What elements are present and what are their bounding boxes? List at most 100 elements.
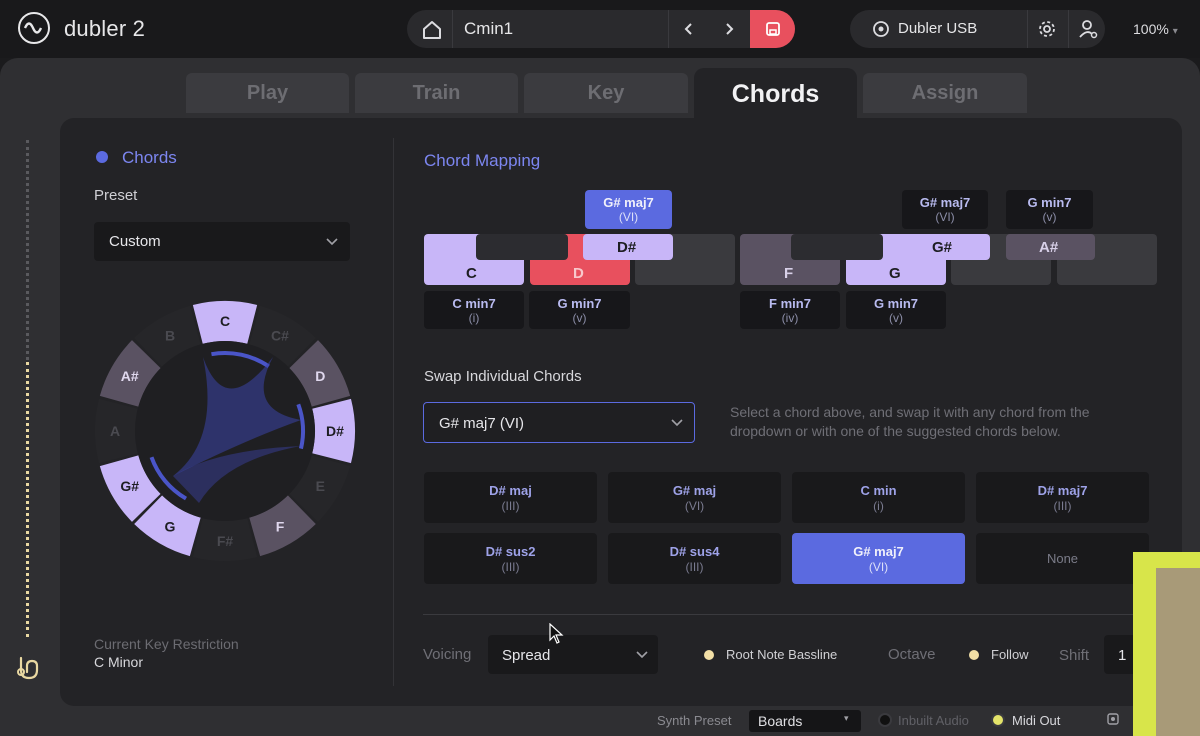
- follow-toggle[interactable]: [969, 650, 979, 660]
- shift-label: Shift: [1059, 647, 1090, 664]
- chord-name: G min7: [1027, 195, 1072, 210]
- synth-preset-select[interactable]: Boards ▾: [749, 710, 861, 732]
- level-meter-track: [26, 140, 33, 360]
- wheel-note-label: F: [276, 518, 285, 534]
- wheel-note-label: A: [110, 423, 120, 439]
- shift-value: 1: [1118, 647, 1127, 664]
- key-f-sharp[interactable]: [791, 234, 883, 260]
- divider: [452, 10, 453, 48]
- key-label: D#: [617, 239, 637, 256]
- status-settings-icon[interactable]: [1106, 712, 1120, 731]
- key-label: C: [466, 265, 477, 282]
- chord-card-a-sharp[interactable]: G min7 (v): [1006, 190, 1093, 229]
- wheel-note-label: C#: [271, 328, 289, 344]
- suggested-chord[interactable]: D# sus2 (III): [424, 533, 597, 584]
- zoom-select[interactable]: 100% ▾: [1133, 21, 1178, 37]
- key-restriction-value: C Minor: [94, 654, 144, 670]
- user-settings-icon: [1079, 20, 1098, 39]
- wheel-note-label: A#: [121, 368, 139, 384]
- chord-name: G# maj7: [603, 195, 654, 210]
- option-roman: (III): [501, 499, 520, 513]
- wheel-note-label: D#: [326, 423, 344, 439]
- suggested-chord-none[interactable]: None: [976, 533, 1149, 584]
- chevron-down-icon: [636, 651, 648, 659]
- dubler-mic-icon: [14, 652, 44, 687]
- user-button[interactable]: [1078, 18, 1098, 45]
- tab-label: Assign: [911, 81, 979, 104]
- gear-icon: [1039, 21, 1055, 37]
- chord-card-f[interactable]: F min7 (iv): [740, 291, 840, 329]
- webcam-overlay-image: [1156, 568, 1200, 736]
- key-a-sharp[interactable]: A#: [1006, 234, 1095, 260]
- save-button[interactable]: [750, 10, 795, 48]
- inbuilt-audio-toggle[interactable]: [878, 713, 892, 727]
- prev-preset-button[interactable]: [669, 10, 709, 48]
- device-name[interactable]: Dubler USB: [898, 20, 977, 37]
- midi-out-toggle[interactable]: [991, 713, 1005, 727]
- chord-name: G# maj7: [919, 195, 971, 210]
- chord-roman: (iv): [781, 311, 799, 325]
- tab-play[interactable]: Play: [186, 73, 349, 113]
- device-icon: [872, 20, 890, 43]
- home-icon[interactable]: [418, 14, 446, 44]
- option-name: G# maj7: [853, 544, 904, 559]
- synth-preset-label: Synth Preset: [657, 713, 732, 728]
- wheel-note-label: B: [165, 328, 175, 344]
- key-c-sharp[interactable]: [476, 234, 568, 260]
- suggested-chord[interactable]: G# maj (VI): [608, 472, 781, 523]
- chord-name: C min7: [452, 296, 496, 311]
- chevron-left-icon: [684, 23, 692, 35]
- chord-card-d-sharp[interactable]: G# maj7 (VI): [585, 190, 672, 229]
- swap-label: Swap Individual Chords: [424, 368, 582, 385]
- chord-card-d[interactable]: G min7 (v): [529, 291, 630, 329]
- suggested-chord[interactable]: D# sus4 (III): [608, 533, 781, 584]
- level-meter-fill: [26, 362, 33, 637]
- tab-key[interactable]: Key: [524, 73, 688, 113]
- chord-card-g-sharp[interactable]: G# maj7 (VI): [902, 190, 988, 229]
- chord-name: G min7: [873, 296, 919, 311]
- chord-card-c[interactable]: C min7 (i): [424, 291, 524, 329]
- option-roman: (i): [873, 499, 884, 513]
- chord-wheel[interactable]: C C# D D# E F F# G G# A A# B: [95, 300, 357, 562]
- tab-chords[interactable]: Chords: [694, 68, 857, 120]
- swap-chord-value: G# maj7 (VI): [439, 415, 525, 432]
- chords-enable-toggle[interactable]: [96, 151, 108, 163]
- chord-card-g[interactable]: G min7 (v): [846, 291, 946, 329]
- voicing-select[interactable]: Spread: [488, 635, 658, 674]
- swap-chord-select[interactable]: G# maj7 (VI): [423, 402, 695, 443]
- option-roman: (III): [1053, 499, 1072, 513]
- key-label: G#: [932, 239, 953, 256]
- suggested-chord[interactable]: D# maj7 (III): [976, 472, 1149, 523]
- key-label: G: [889, 265, 901, 282]
- option-name: D# maj7: [1037, 483, 1088, 498]
- key-g-sharp[interactable]: G#: [900, 234, 990, 260]
- option-name: None: [1046, 551, 1079, 566]
- tab-label: Key: [587, 81, 625, 104]
- midi-out-label: Midi Out: [1012, 713, 1061, 728]
- key-d-sharp[interactable]: D#: [583, 234, 673, 260]
- root-bassline-label: Root Note Bassline: [726, 647, 838, 662]
- wheel-note-label: C: [220, 313, 230, 329]
- suggested-chord[interactable]: D# maj (III): [424, 472, 597, 523]
- divider: [1027, 10, 1028, 48]
- tab-label: Train: [412, 81, 461, 104]
- suggested-chord-selected[interactable]: G# maj7 (VI): [792, 533, 965, 584]
- suggested-chord[interactable]: C min (i): [792, 472, 965, 523]
- chords-title: Chords: [122, 148, 177, 167]
- follow-label: Follow: [991, 647, 1029, 662]
- tab-train[interactable]: Train: [355, 73, 518, 113]
- chord-roman: (i): [468, 311, 480, 325]
- root-bassline-toggle[interactable]: [704, 650, 714, 660]
- tab-label: Chords: [731, 79, 820, 108]
- preset-name[interactable]: Cmin1: [464, 19, 513, 39]
- chord-preset-select[interactable]: Custom: [94, 222, 350, 261]
- settings-button[interactable]: [1037, 19, 1057, 44]
- next-preset-button[interactable]: [709, 10, 749, 48]
- tab-assign[interactable]: Assign: [863, 73, 1027, 113]
- zoom-value: 100%: [1133, 21, 1169, 37]
- option-name: C min: [860, 483, 897, 498]
- option-roman: (VI): [868, 560, 889, 574]
- chevron-right-icon: [726, 23, 734, 35]
- save-icon: [765, 22, 780, 36]
- wheel-note-label: G: [165, 518, 176, 534]
